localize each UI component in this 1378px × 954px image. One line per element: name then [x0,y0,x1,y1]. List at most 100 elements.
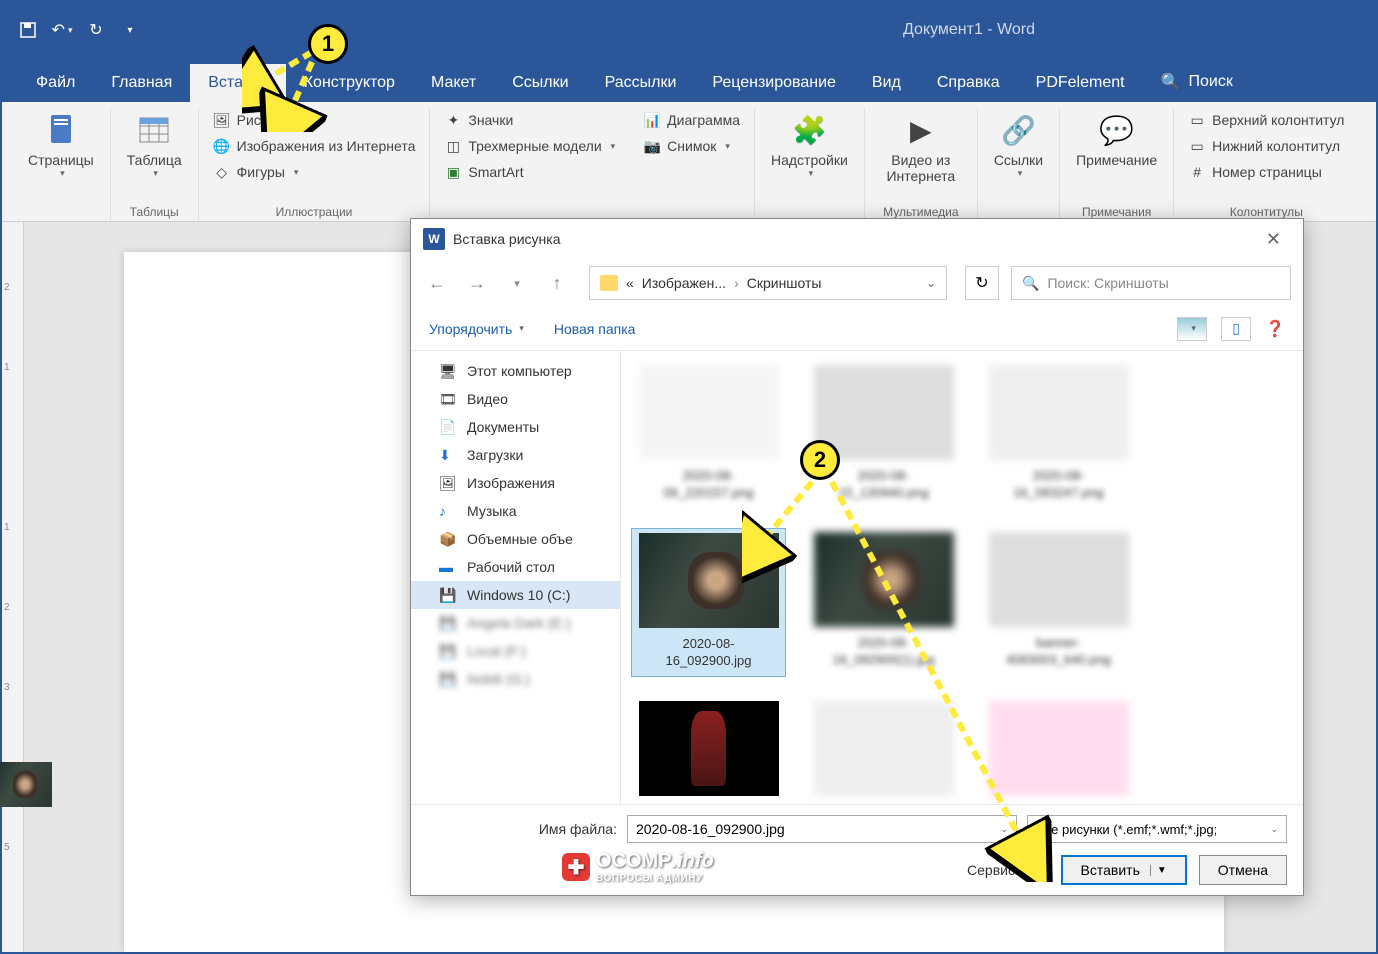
comments-group-label: Примечания [1082,205,1151,219]
file-item[interactable] [981,697,1136,804]
online-video-button[interactable]: ▶ Видео из Интернета [873,108,969,188]
sidebar-videos[interactable]: 🎞Видео [411,385,620,413]
addins-button[interactable]: 🧩 Надстройки ▾ [763,108,856,183]
sidebar-c-drive[interactable]: 💾Windows 10 (C:) [411,581,620,609]
page-number-button[interactable]: #Номер страницы [1182,160,1350,184]
filetype-select[interactable]: Все рисунки (*.emf;*.wmf;*.jpg; ⌄ [1027,815,1287,843]
help-icon[interactable]: ❓ [1265,319,1285,339]
online-pictures-button[interactable]: 🌐Изображения из Интернета [207,134,422,158]
insert-button[interactable]: Вставить▼ [1061,855,1187,885]
tab-layout[interactable]: Макет [413,64,494,102]
sidebar-music[interactable]: ♪Музыка [411,497,620,525]
tab-insert[interactable]: Вставка [190,64,285,102]
smartart-button[interactable]: ▣SmartArt [438,160,621,184]
preview-pane-button[interactable]: ▯ [1221,317,1251,341]
3dmodels-label: Трехмерные модели [468,138,601,154]
3dmodels-button[interactable]: ◫Трехмерные модели▾ [438,134,621,158]
cancel-button[interactable]: Отмена [1199,855,1287,885]
screenshot-button[interactable]: 📷Снимок▾ [637,134,746,158]
pictures-label: Рисунки [237,112,290,128]
chevron-down-icon[interactable]: ⌄ [926,276,936,290]
search-tab[interactable]: 🔍 Поиск [1143,62,1251,102]
sidebar-documents[interactable]: 📄Документы [411,413,620,441]
cube-icon: ◫ [444,137,462,155]
file-item[interactable]: 2020-08-16_083247.png [981,361,1136,508]
sb-label: Local (F:) [467,643,526,659]
chevron-down-icon[interactable]: ▾ [503,269,531,297]
ribbon: Страницы ▾ Таблица ▾ Таблицы 🖼Рисунки 🌐И… [2,102,1376,222]
filename-input[interactable]: 2020-08-16_092900.jpg ⌄ [627,815,1017,843]
file-item[interactable] [631,697,786,804]
comment-button[interactable]: 💬 Примечание [1068,108,1165,172]
redo-icon[interactable]: ↻ [86,20,106,40]
dialog-titlebar: W Вставка рисунка ✕ [411,219,1303,259]
new-folder-button[interactable]: Новая папка [554,321,636,337]
up-icon[interactable]: ↑ [543,269,571,297]
breadcrumb[interactable]: « Изображен... › Скриншоты ⌄ [589,266,947,300]
sidebar-item[interactable]: 💾Nobili (G:) [411,665,620,693]
icons-button[interactable]: ✦Значки [438,108,621,132]
chevron-down-icon[interactable]: ⌄ [1270,824,1278,835]
refresh-icon[interactable]: ↻ [965,266,999,300]
chevron-down-icon[interactable]: ⌄ [1000,824,1008,835]
close-icon[interactable]: ✕ [1256,225,1291,254]
chart-button[interactable]: 📊Диаграмма [637,108,746,132]
file-item[interactable]: 2020-08-15_130940.png [806,361,961,508]
dialog-search-input[interactable]: 🔍 Поиск: Скриншоты [1011,266,1291,300]
file-label: 2020-08-09_220157.png [635,466,782,504]
shapes-icon: ◇ [213,163,231,181]
sidebar-downloads[interactable]: ⬇Загрузки [411,441,620,469]
search-label: Поиск [1188,73,1232,91]
tab-home[interactable]: Главная [93,64,190,102]
footer-button[interactable]: ▭Нижний колонтитул [1182,134,1350,158]
tab-mailings[interactable]: Рассылки [587,64,695,102]
file-grid[interactable]: 2020-08-09_220157.png 2020-08-15_130940.… [621,351,1303,804]
forward-icon[interactable]: → [463,269,491,297]
sb-label: Видео [467,391,508,407]
file-thumbnail [814,532,954,627]
service-label: Сервис [967,862,1015,878]
undo-icon[interactable]: ↶▾ [52,20,72,40]
file-item[interactable]: banner-4083003_640.png [981,528,1136,677]
tab-pdfelement[interactable]: PDFelement [1018,64,1143,102]
file-item[interactable] [806,697,961,804]
file-thumbnail [814,701,954,796]
header-button[interactable]: ▭Верхний колонтитул [1182,108,1350,132]
tab-file[interactable]: Файл [18,64,93,102]
sidebar-this-pc[interactable]: 🖥Этот компьютер [411,357,620,385]
organize-button[interactable]: Упорядочить ▾ [429,321,524,337]
sidebar-item[interactable]: 💾Local (F:) [411,637,620,665]
pages-button[interactable]: Страницы ▾ [20,108,102,183]
tab-design[interactable]: Конструктор [286,64,413,102]
table-button[interactable]: Таблица ▾ [119,108,190,183]
smartart-label: SmartArt [468,164,523,180]
service-button[interactable]: Сервис▾ [967,862,1030,878]
qat-customize-icon[interactable]: ▾ [120,20,140,40]
breadcrumb-part2[interactable]: Скриншоты [747,275,822,291]
links-button[interactable]: 🔗 Ссылки ▾ [986,108,1051,183]
chevron-down-icon[interactable]: ▼ [1150,865,1167,876]
file-item-selected[interactable]: 2020-08-16_092900.jpg [631,528,786,677]
sidebar-3dobjects[interactable]: 📦Объемные объе [411,525,620,553]
vertical-ruler: 2 1 1 2 3 4 5 [2,222,24,952]
shapes-button[interactable]: ◇Фигуры▾ [207,160,422,184]
back-icon[interactable]: ← [423,269,451,297]
sidebar-item[interactable]: 💾Angela Dark (E:) [411,609,620,637]
dialog-body: 🖥Этот компьютер 🎞Видео 📄Документы ⬇Загру… [411,351,1303,804]
desktop-icon: ▬ [439,559,457,575]
file-item[interactable]: 2020-08-09_220157.png [631,361,786,508]
tab-references[interactable]: Ссылки [494,64,586,102]
sb-label: Рабочий стол [467,559,555,575]
tab-view[interactable]: Вид [854,64,919,102]
save-icon[interactable] [18,20,38,40]
tab-review[interactable]: Рецензирование [694,64,854,102]
addins-label: Надстройки [771,152,848,168]
tab-help[interactable]: Справка [919,64,1018,102]
file-item[interactable]: 2020-08-16_092900(1).jpg [806,528,961,677]
breadcrumb-part1[interactable]: Изображен... [642,275,726,291]
sidebar-pictures[interactable]: 🖼Изображения [411,469,620,497]
view-button[interactable]: ▾ [1177,317,1207,341]
sidebar-desktop[interactable]: ▬ Рабочий стол [411,553,620,581]
illustrations-group-label: Иллюстрации [276,205,353,219]
pictures-button[interactable]: 🖼Рисунки [207,108,422,132]
